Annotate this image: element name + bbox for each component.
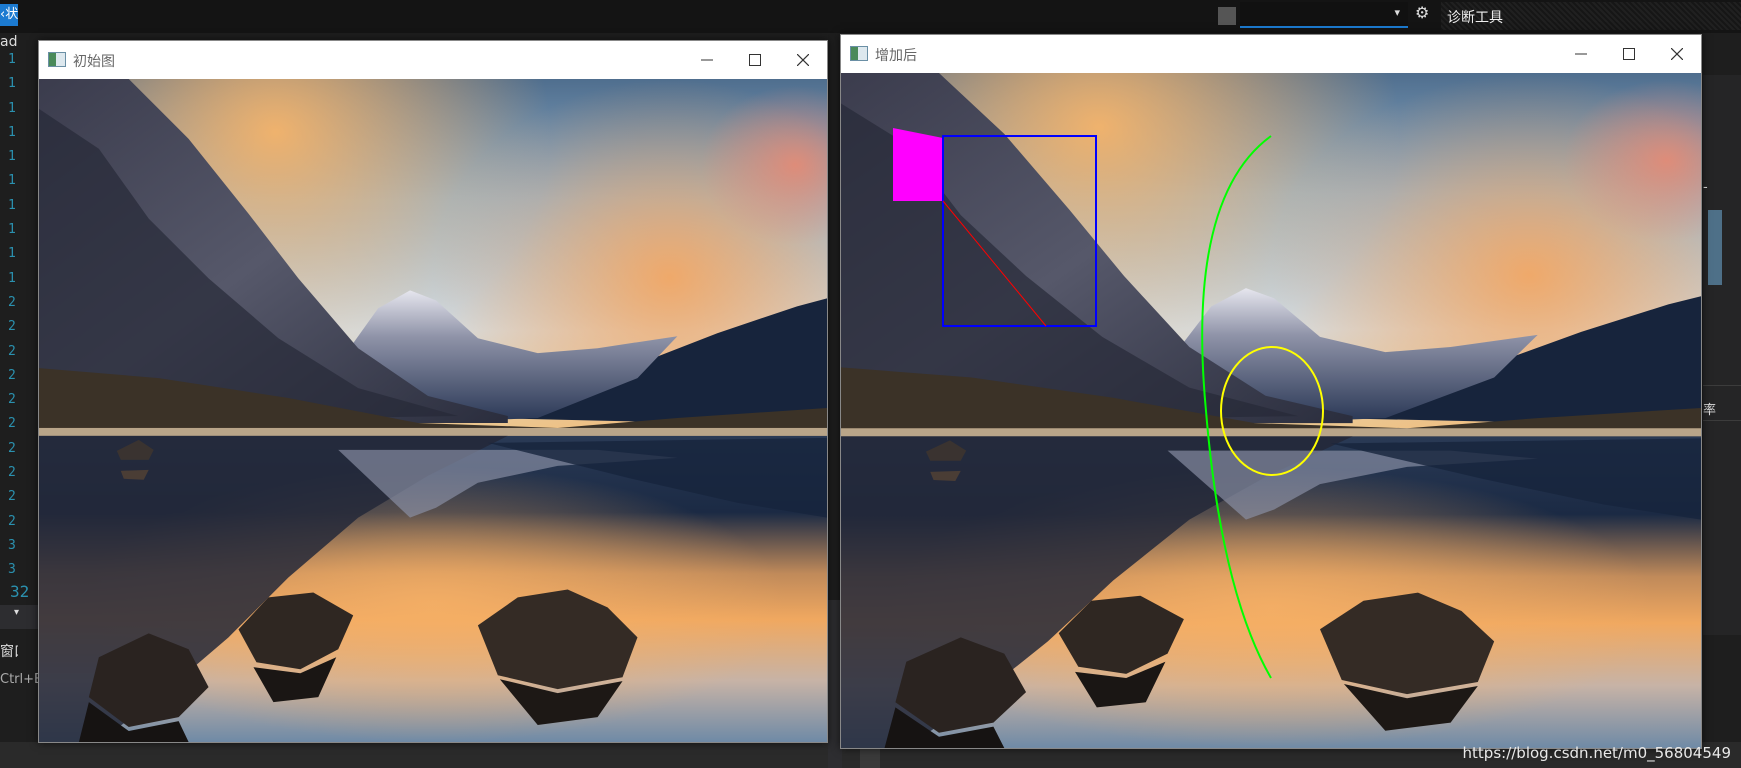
current-line-number: 32 (10, 582, 30, 601)
annotated-image-window[interactable]: 增加后 (840, 34, 1702, 749)
annotated-photo (841, 73, 1701, 748)
toolbar-square-button[interactable] (1218, 7, 1236, 25)
close-icon (797, 54, 809, 66)
maximize-icon (749, 54, 761, 66)
landscape-photo (39, 79, 827, 742)
chevron-down-icon[interactable]: ▾ (14, 607, 19, 618)
minimize-button[interactable] (1557, 35, 1605, 73)
original-image (39, 79, 827, 742)
close-button[interactable] (1653, 35, 1701, 73)
divider (1703, 385, 1741, 386)
opencv-window-icon (48, 52, 66, 67)
minimize-button[interactable] (683, 41, 731, 79)
gear-icon[interactable]: ⚙ (1415, 3, 1429, 22)
close-button[interactable] (779, 41, 827, 79)
diagnostics-panel (1703, 75, 1741, 635)
window-title: 初始图 (73, 54, 115, 70)
close-icon (1671, 48, 1683, 60)
window-titlebar[interactable]: 初始图 (39, 41, 827, 79)
maximize-icon (1623, 48, 1635, 60)
diagnostics-marker: - (1703, 180, 1708, 195)
opencv-window-icon (850, 46, 868, 61)
minimize-icon (701, 59, 713, 61)
maximize-button[interactable] (1605, 35, 1653, 73)
maximize-button[interactable] (731, 41, 779, 79)
window-title: 增加后 (875, 48, 917, 64)
csdn-watermark: https://blog.csdn.net/m0_56804549 (1462, 744, 1731, 762)
window-titlebar[interactable]: 增加后 (841, 35, 1701, 73)
cpu-graph (1708, 210, 1722, 285)
toolbar-dropdown[interactable]: ▾ (1240, 2, 1408, 28)
annotated-image (841, 73, 1701, 748)
divider (1703, 420, 1741, 421)
shortcut-hint: Ctrl+E (0, 672, 38, 687)
original-image-window[interactable]: 初始图 (38, 40, 828, 743)
line-numbers: 1 1 1 1 1 1 1 1 1 1 2 2 2 2 2 2 2 2 2 2 … (8, 52, 16, 578)
ide-button[interactable] (860, 748, 880, 768)
output-panel-label: 窗口 (0, 644, 18, 660)
chevron-down-icon: ▾ (1394, 6, 1400, 19)
rate-column-label: 率 (1703, 403, 1717, 418)
ide-tab-fragment[interactable]: ‹状 (0, 4, 18, 26)
diagnostics-tools-title[interactable]: 诊断工具 (1447, 7, 1503, 27)
minimize-icon (1575, 53, 1587, 55)
